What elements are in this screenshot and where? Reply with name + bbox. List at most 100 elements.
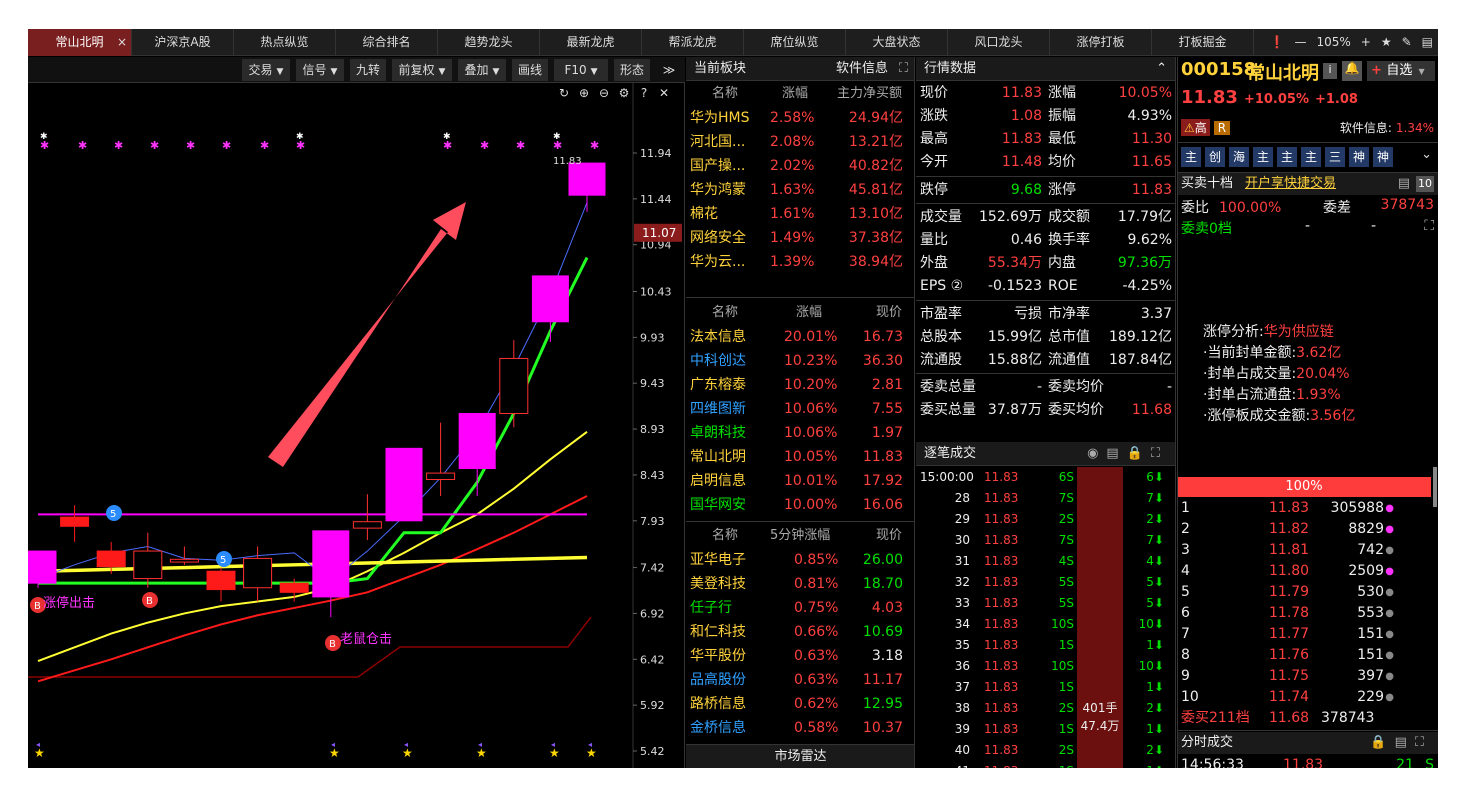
concept-button[interactable]: 三 xyxy=(1325,147,1345,167)
tab-10[interactable]: 涨停打板 xyxy=(1050,29,1152,56)
buy-marker-icon[interactable]: B xyxy=(325,635,341,651)
tab-0[interactable]: 常山北明 × xyxy=(28,29,132,56)
bid-row[interactable]: 2 11.82 8829 ● xyxy=(1181,519,1438,540)
rank-row[interactable]: 卓朗科技 10.06% 1.97 xyxy=(686,421,914,445)
buy-marker-icon[interactable]: B xyxy=(142,592,158,608)
candle[interactable] xyxy=(133,532,163,588)
toolbar-adjust-button[interactable]: 前复权 ▼ xyxy=(392,59,452,81)
bid-row[interactable]: 6 11.78 553 ● xyxy=(1181,603,1438,624)
candle[interactable] xyxy=(60,505,90,542)
sector-row[interactable]: 河北国... 2.08% 13.21亿 xyxy=(686,130,914,154)
candle[interactable] xyxy=(426,422,456,497)
pen-icon[interactable]: ✎ xyxy=(1402,29,1412,56)
concept-button[interactable]: 海 xyxy=(1229,147,1249,167)
speed-row[interactable]: 路桥信息 0.62% 12.95 xyxy=(686,692,914,716)
tab-close-icon[interactable]: × xyxy=(117,29,127,56)
grid-icon[interactable]: ▤ xyxy=(1398,173,1410,195)
close-icon[interactable]: ✕ xyxy=(654,86,674,100)
kline-chart[interactable]: 11.9411.4410.9410.439.939.438.938.437.93… xyxy=(28,57,685,768)
rank-row[interactable]: 启明信息 10.01% 17.92 xyxy=(686,469,914,493)
info-icon[interactable]: i xyxy=(1323,63,1337,79)
speed-row[interactable]: 华平股份 0.63% 3.18 xyxy=(686,644,914,668)
tab-6[interactable]: 帮派龙虎 xyxy=(642,29,744,56)
toolbar-shape-button[interactable]: 形态 xyxy=(614,59,650,81)
tab-1[interactable]: 沪深京A股 xyxy=(132,29,234,56)
star-icon[interactable]: ★ xyxy=(1381,29,1392,56)
software-info-link[interactable]: 软件信息 xyxy=(836,57,888,81)
rank-row[interactable]: 常山北明 10.05% 11.83 xyxy=(686,445,914,469)
chevron-down-icon[interactable]: ⌄ xyxy=(1421,147,1432,162)
bid-row[interactable]: 9 11.75 397 ● xyxy=(1181,666,1438,687)
layout-icon[interactable]: ▤ xyxy=(1422,29,1433,56)
alert-icon[interactable]: ❗ xyxy=(1270,29,1285,56)
speed-row[interactable]: 和仁科技 0.66% 10.69 xyxy=(686,620,914,644)
zoom-in-button[interactable]: + xyxy=(1361,29,1371,56)
candle[interactable] xyxy=(499,340,529,428)
tab-7[interactable]: 席位纵览 xyxy=(744,29,846,56)
bid-row[interactable]: 3 11.81 742 ● xyxy=(1181,540,1438,561)
speed-row[interactable]: 美登科技 0.81% 18.70 xyxy=(686,572,914,596)
toolbar-trade-button[interactable]: 交易 ▼ xyxy=(242,59,290,81)
bell-icon[interactable]: 🔔 xyxy=(1342,61,1362,81)
bid-row[interactable]: 5 11.79 530 ● xyxy=(1181,582,1438,603)
tab-8[interactable]: 大盘状态 xyxy=(846,29,948,56)
help-icon[interactable]: ? xyxy=(634,86,654,100)
rank-row[interactable]: 四维图新 10.06% 7.55 xyxy=(686,397,914,421)
candle[interactable] xyxy=(352,494,382,541)
sector-row[interactable]: 国产操... 2.02% 40.82亿 xyxy=(686,154,914,178)
speed-row[interactable]: 亚华电子 0.85% 26.00 xyxy=(686,548,914,572)
expand-icon[interactable]: ⛶ xyxy=(1424,218,1434,234)
sell-marker-icon[interactable]: 5 xyxy=(216,551,232,567)
toolbar-nine-button[interactable]: 九转 xyxy=(350,59,386,81)
bid-row[interactable]: 4 11.80 2509 ● xyxy=(1181,561,1438,582)
speed-row[interactable]: 任子行 0.75% 4.03 xyxy=(686,596,914,620)
candle[interactable] xyxy=(531,275,569,342)
speed-row[interactable]: 品高股份 0.63% 11.17 xyxy=(686,668,914,692)
sector-row[interactable]: 华为云... 1.39% 38.94亿 xyxy=(686,250,914,274)
candle[interactable] xyxy=(568,162,606,212)
add-favorite-button[interactable]: + 自选 ▼ xyxy=(1367,61,1435,81)
tab-2[interactable]: 热点纵览 xyxy=(234,29,336,56)
concept-button[interactable]: 神 xyxy=(1373,147,1393,167)
quick-trade-link[interactable]: 开户享快捷交易 xyxy=(1245,176,1336,191)
expand-icon[interactable]: ⛶ xyxy=(899,57,908,81)
concept-button[interactable]: 神 xyxy=(1349,147,1369,167)
bid-row[interactable]: 10 11.74 229 ● xyxy=(1181,687,1438,708)
market-radar-tab[interactable]: 市场雷达 xyxy=(686,744,914,768)
candle[interactable] xyxy=(28,550,57,588)
tab-4[interactable]: 趋势龙头 xyxy=(438,29,540,56)
toolbar-overlay-button[interactable]: 叠加 ▼ xyxy=(458,59,506,81)
rank-row[interactable]: 广东榕泰 10.20% 2.81 xyxy=(686,373,914,397)
tab-9[interactable]: 风口龙头 xyxy=(948,29,1050,56)
tab-11[interactable]: 打板掘金 xyxy=(1152,29,1254,56)
sector-row[interactable]: 棉花 1.61% 13.10亿 xyxy=(686,202,914,226)
refresh-icon[interactable]: ↻ xyxy=(554,86,574,100)
r-badge[interactable]: R xyxy=(1213,121,1231,135)
candle[interactable] xyxy=(385,447,423,522)
zoom-in-icon[interactable]: ⊕ xyxy=(574,86,594,100)
candle[interactable] xyxy=(458,412,496,497)
bid-row[interactable]: 8 11.76 151 ● xyxy=(1181,645,1438,666)
toolbar-signal-button[interactable]: 信号 ▼ xyxy=(296,59,344,81)
concept-button[interactable]: 主 xyxy=(1181,147,1201,167)
bid-row[interactable]: 7 11.77 151 ● xyxy=(1181,624,1438,645)
candle[interactable] xyxy=(312,530,350,618)
toolbar-draw-button[interactable]: 画线 xyxy=(512,59,548,81)
high-risk-badge[interactable]: ⚠高 xyxy=(1181,119,1210,136)
tab-3[interactable]: 综合排名 xyxy=(336,29,438,56)
time-trade-icons[interactable]: 🔒▤⛶ xyxy=(1370,732,1432,754)
rank-row[interactable]: 中科创达 10.23% 36.30 xyxy=(686,349,914,373)
concept-button[interactable]: 创 xyxy=(1205,147,1225,167)
concept-button[interactable]: 主 xyxy=(1253,147,1273,167)
toolbar-expand-button[interactable]: ≫ xyxy=(656,59,682,81)
tab-5[interactable]: 最新龙虎 xyxy=(540,29,642,56)
rank-row[interactable]: 国华网安 10.00% 16.06 xyxy=(686,493,914,517)
zoom-out-icon[interactable]: ⊖ xyxy=(594,86,614,100)
speed-row[interactable]: 金桥信息 0.58% 10.37 xyxy=(686,716,914,740)
sector-row[interactable]: 网络安全 1.49% 37.38亿 xyxy=(686,226,914,250)
rank-row[interactable]: 法本信息 20.01% 16.73 xyxy=(686,325,914,349)
concept-button[interactable]: 主 xyxy=(1301,147,1321,167)
collapse-icon[interactable]: ⌃ xyxy=(1156,57,1167,81)
bid-row[interactable]: 1 11.83 305988 ● xyxy=(1181,498,1438,519)
zoom-out-button[interactable]: — xyxy=(1294,29,1306,56)
